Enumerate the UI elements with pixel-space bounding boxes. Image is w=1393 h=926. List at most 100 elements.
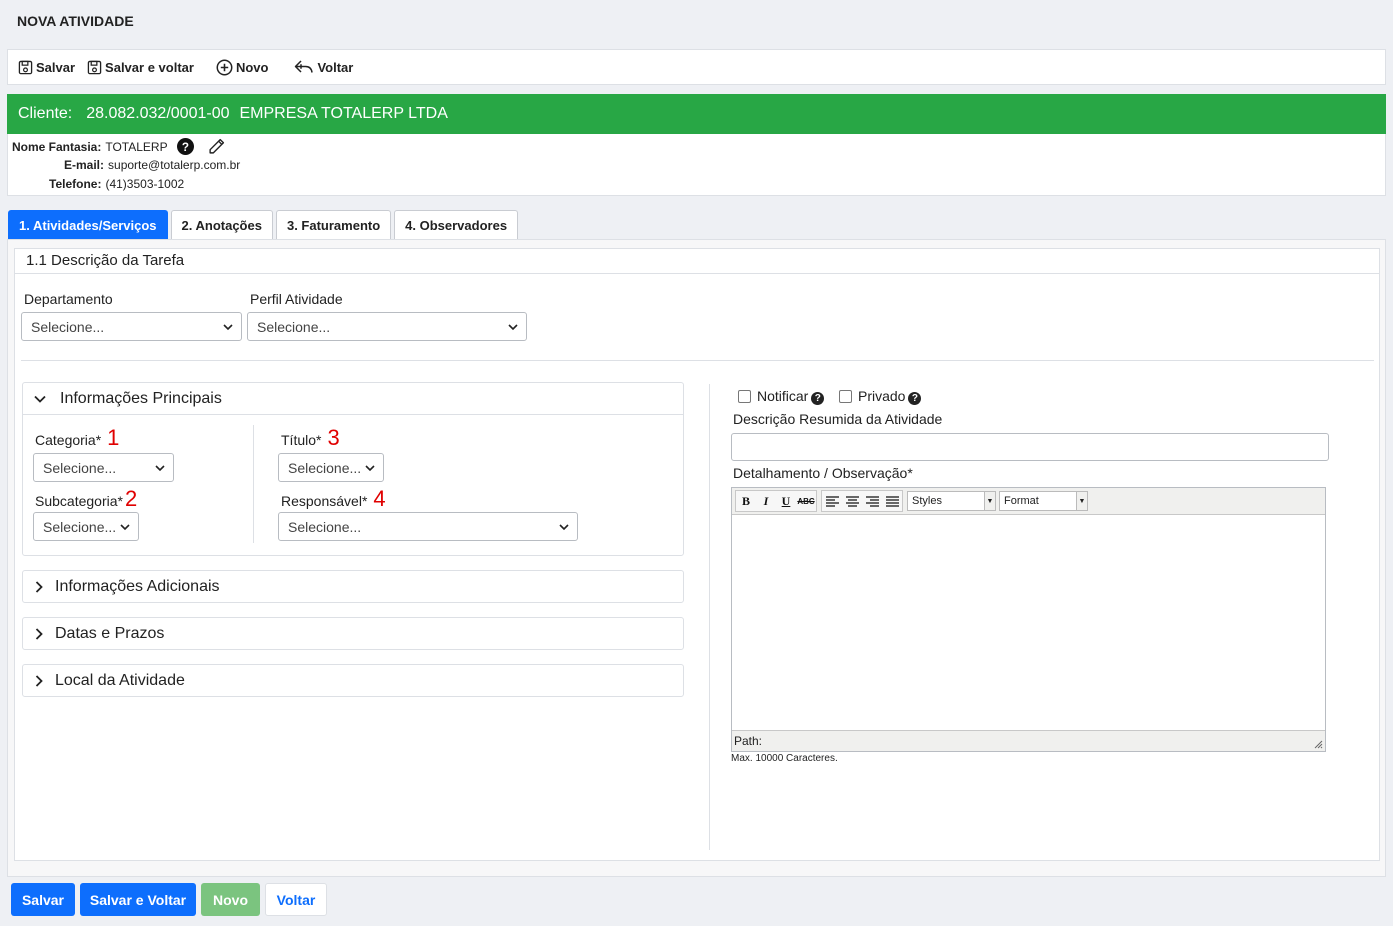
- save-button[interactable]: Salvar: [11, 883, 75, 916]
- underline-icon[interactable]: U: [776, 491, 796, 511]
- editor-path-label: Path:: [734, 734, 763, 748]
- email-value: suporte@totalerp.com.br: [108, 158, 241, 172]
- tab-atividades-servicos[interactable]: 1. Atividades/Serviços: [8, 210, 168, 239]
- client-fantasy-row: Nome Fantasia: TOTALERP ?: [12, 138, 225, 155]
- phone-value: (41)3503-1002: [105, 177, 185, 191]
- fantasy-label: Nome Fantasia:: [12, 139, 102, 154]
- panel-informacoes-adicionais[interactable]: Informações Adicionais: [22, 570, 684, 603]
- editor-toolbar: B I U ABC Styles ▼ Format ▼: [732, 488, 1325, 515]
- notificar-label: Notificar: [757, 388, 809, 404]
- divider: [21, 360, 1374, 361]
- phone-label: Telefone:: [49, 177, 102, 191]
- panel-local-title: Local da Atividade: [55, 671, 185, 689]
- toolbar-back-button[interactable]: Voltar: [294, 59, 353, 75]
- notificar-label-row: Notificar?: [757, 388, 825, 405]
- caret-down-icon: ▼: [1076, 492, 1087, 510]
- panel-adicionais-title: Informações Adicionais: [55, 577, 220, 595]
- resize-handle-icon[interactable]: [1314, 740, 1323, 749]
- privado-label-row: Privado?: [858, 388, 922, 405]
- plus-circle-icon: [216, 59, 233, 75]
- format-select[interactable]: Format ▼: [999, 491, 1088, 511]
- notificar-checkbox[interactable]: [738, 390, 751, 403]
- perfil-value: Selecione...: [257, 318, 331, 335]
- editor-content-area[interactable]: [732, 515, 1325, 730]
- floppy-disk-icon: [18, 60, 33, 74]
- chevron-down-icon: [155, 465, 165, 472]
- toolbar-new-label: Novo: [235, 59, 269, 75]
- titulo-label-row: Título* 3: [281, 425, 340, 451]
- tab-observadores[interactable]: 4. Observadores: [394, 210, 519, 240]
- tab-faturamento[interactable]: 3. Faturamento: [275, 210, 392, 240]
- format-button-group: B I U ABC: [735, 490, 817, 512]
- floppy-disk-icon: [87, 60, 102, 74]
- toolbar-save-label: Salvar: [36, 59, 76, 75]
- departamento-label: Departamento: [24, 291, 113, 307]
- chevron-down-icon: [559, 524, 569, 531]
- save-and-back-button[interactable]: Salvar e Voltar: [80, 883, 196, 916]
- toolbar-save-button[interactable]: Salvar: [18, 60, 75, 75]
- chevron-down-icon: [508, 324, 518, 331]
- toolbar-save-back-button[interactable]: Salvar e voltar: [87, 60, 194, 75]
- caret-down-icon: ▼: [984, 492, 995, 510]
- align-left-icon[interactable]: [822, 491, 842, 511]
- responsavel-label: Responsável*: [281, 493, 368, 509]
- rich-text-editor: B I U ABC Styles ▼ Format ▼ Path:: [731, 487, 1326, 752]
- question-circle-icon[interactable]: ?: [176, 138, 194, 155]
- client-label: Cliente:: [18, 105, 73, 122]
- new-button[interactable]: Novo: [201, 883, 260, 916]
- align-justify-icon[interactable]: [882, 491, 902, 511]
- panel-adicionais-header[interactable]: Informações Adicionais: [23, 571, 683, 602]
- align-button-group: [821, 490, 903, 512]
- responsavel-select[interactable]: Selecione...: [278, 512, 578, 541]
- section-divider: [15, 273, 1379, 274]
- tab-bar: 1. Atividades/Serviços 2. Anotações 3. F…: [8, 210, 519, 240]
- tab-content: 1.1 Descrição da Tarefa Departamento Sel…: [7, 239, 1386, 877]
- descricao-label: Descrição Resumida da Atividade: [733, 411, 943, 427]
- toolbar-back-label: Voltar: [317, 59, 354, 75]
- task-description-card: 1.1 Descrição da Tarefa Departamento Sel…: [14, 248, 1380, 861]
- panel-informacoes-principais: Informações Principais Categoria* 1 Selec…: [22, 382, 684, 556]
- subcategoria-label: Subcategoria*: [35, 493, 123, 509]
- panel-local-header[interactable]: Local da Atividade: [23, 665, 683, 696]
- client-name: EMPRESA TOTALERP LTDA: [239, 105, 448, 122]
- categoria-value: Selecione...: [43, 459, 117, 476]
- panel-datas-prazos[interactable]: Datas e Prazos: [22, 617, 684, 650]
- styles-select[interactable]: Styles ▼: [907, 491, 996, 511]
- align-right-icon[interactable]: [862, 491, 882, 511]
- pencil-edit-icon[interactable]: [208, 138, 225, 155]
- client-phone-row: Telefone: (41)3503-1002: [49, 177, 184, 191]
- chevron-right-icon: [35, 674, 43, 687]
- question-circle-icon[interactable]: ?: [908, 392, 922, 405]
- perfil-atividade-select[interactable]: Selecione...: [247, 312, 527, 341]
- client-cnpj: 28.082.032/0001-00: [86, 105, 230, 122]
- subcategoria-select[interactable]: Selecione...: [33, 512, 139, 541]
- categoria-select[interactable]: Selecione...: [33, 453, 174, 482]
- back-button[interactable]: Voltar: [265, 883, 327, 916]
- panel-principais-header[interactable]: Informações Principais: [23, 383, 683, 414]
- chevron-down-icon: [34, 395, 46, 403]
- top-toolbar: Salvar Salvar e voltar Novo Voltar: [7, 49, 1386, 85]
- toolbar-save-back-label: Salvar e voltar: [105, 59, 194, 75]
- titulo-select[interactable]: Selecione...: [278, 453, 384, 482]
- descricao-resumida-input[interactable]: [731, 433, 1329, 461]
- italic-icon[interactable]: I: [756, 491, 776, 511]
- tab-anotacoes[interactable]: 2. Anotações: [170, 210, 273, 240]
- titulo-number: 3: [327, 425, 340, 450]
- subcategoria-number: 2: [124, 486, 138, 511]
- question-circle-icon[interactable]: ?: [811, 392, 825, 405]
- email-label: E-mail:: [64, 158, 105, 172]
- editor-status-bar: Path:: [732, 730, 1325, 751]
- panel-local-atividade[interactable]: Local da Atividade: [22, 664, 684, 697]
- privado-checkbox[interactable]: [839, 390, 852, 403]
- panel-principais-body: Categoria* 1 Selecione... Subcategoria*2 …: [23, 414, 683, 555]
- categoria-number: 1: [107, 425, 120, 450]
- strikethrough-icon[interactable]: ABC: [796, 491, 816, 511]
- toolbar-new-button[interactable]: Novo: [216, 59, 269, 76]
- panel-datas-header[interactable]: Datas e Prazos: [23, 618, 683, 649]
- departamento-select[interactable]: Selecione...: [21, 312, 242, 341]
- departamento-value: Selecione...: [31, 318, 105, 335]
- subcategoria-label-row: Subcategoria*2: [35, 486, 137, 512]
- bold-icon[interactable]: B: [736, 491, 756, 511]
- align-center-icon[interactable]: [842, 491, 862, 511]
- panel-principais-title: Informações Principais: [60, 389, 222, 407]
